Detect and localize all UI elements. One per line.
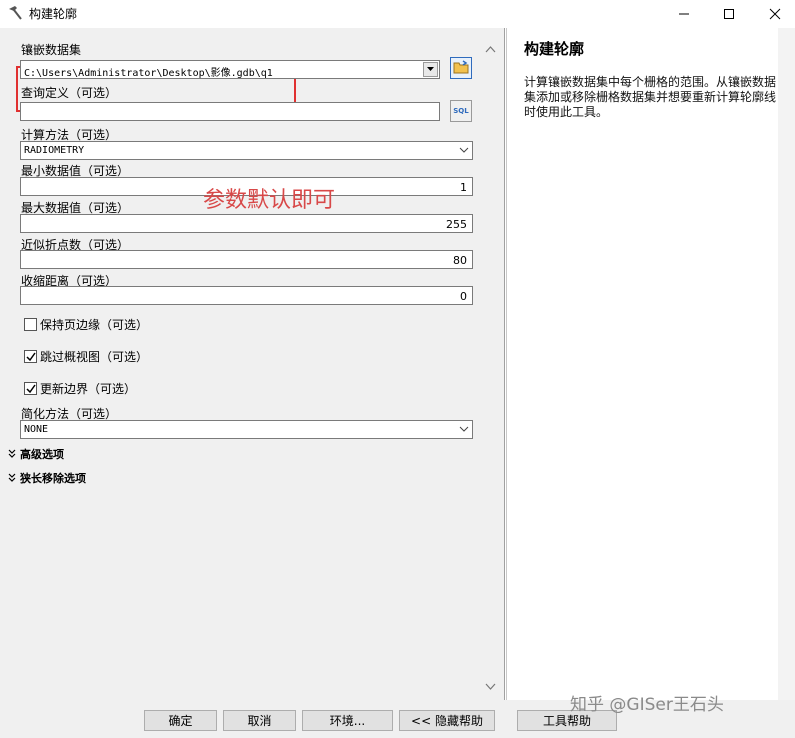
dropdown-arrow-icon[interactable]: [423, 62, 438, 77]
query-input[interactable]: [20, 102, 440, 121]
shrink-input[interactable]: 0: [20, 286, 473, 305]
advanced-options-expander[interactable]: 高级选项: [8, 446, 64, 462]
window-title: 构建轮廓: [29, 7, 78, 21]
parameters-scrollbar[interactable]: [481, 42, 501, 694]
hammer-icon: [7, 5, 23, 21]
minimize-icon[interactable]: [661, 0, 707, 28]
sliver-options-label: 狭长移除选项: [20, 472, 86, 485]
browse-folder-button[interactable]: [450, 57, 472, 79]
environments-button[interactable]: 环境...: [302, 710, 393, 731]
chevron-down-icon: [459, 145, 469, 158]
checkmark-icon[interactable]: [24, 382, 37, 395]
hide-help-button[interactable]: << 隐藏帮助: [399, 710, 495, 731]
help-scrollbar[interactable]: [778, 28, 795, 700]
title-bar: 构建轮廓: [0, 0, 795, 28]
double-chevron-down-icon: [8, 472, 16, 485]
update-boundary-checkbox[interactable]: 更新边界（可选）: [24, 380, 136, 397]
method-select[interactable]: RADIOMETRY: [20, 141, 473, 160]
close-icon[interactable]: [752, 0, 795, 28]
double-chevron-down-icon: [8, 448, 16, 461]
chevron-down-icon: [459, 424, 469, 437]
keep-edge-checkbox[interactable]: 保持页边缘（可选）: [24, 316, 148, 333]
ok-button[interactable]: 确定: [144, 710, 217, 731]
sql-icon: SQL: [453, 107, 469, 115]
watermark-text: 知乎 @GISer王石头: [570, 695, 724, 715]
dataset-combo[interactable]: C:\Users\Administrator\Desktop\影像.gdb\q1: [20, 60, 440, 79]
open-folder-icon: [453, 59, 469, 77]
cancel-button[interactable]: 取消: [223, 710, 296, 731]
sliver-options-expander[interactable]: 狭长移除选项: [8, 470, 86, 486]
max-value: 255: [446, 218, 467, 231]
annotation-text: 参数默认即可: [203, 188, 336, 213]
skip-overviews-checkbox[interactable]: 跳过概视图（可选）: [24, 348, 148, 365]
min-value: 1: [460, 181, 467, 194]
update-boundary-label: 更新边界（可选）: [40, 382, 137, 396]
help-title: 构建轮廓: [524, 40, 585, 58]
help-text: 计算镶嵌数据集中每个栅格的范围。从镶嵌数据集添加或移除栅格数据集并想要重新计算轮…: [524, 75, 777, 119]
keep-edge-label: 保持页边缘（可选）: [40, 318, 149, 332]
scroll-up-icon[interactable]: [485, 42, 496, 56]
vertices-value: 80: [453, 254, 467, 267]
max-value-input[interactable]: 255: [20, 214, 473, 233]
scroll-down-icon[interactable]: [485, 680, 496, 694]
sql-button[interactable]: SQL: [450, 100, 472, 122]
shrink-value: 0: [460, 290, 467, 303]
help-pane: 构建轮廓 计算镶嵌数据集中每个栅格的范围。从镶嵌数据集添加或移除栅格数据集并想要…: [506, 28, 795, 700]
method-value: RADIOMETRY: [24, 145, 85, 156]
maximize-icon[interactable]: [706, 0, 752, 28]
advanced-options-label: 高级选项: [20, 448, 64, 461]
parameters-pane: 镶嵌数据集 C:\Users\Administrator\Desktop\影像.…: [0, 28, 505, 700]
dataset-value: C:\Users\Administrator\Desktop\影像.gdb\q1: [24, 68, 273, 79]
query-label: 查询定义（可选）: [21, 86, 118, 100]
vertices-input[interactable]: 80: [20, 250, 473, 269]
skip-overviews-label: 跳过概视图（可选）: [40, 350, 149, 364]
simplify-value: NONE: [24, 424, 49, 435]
dataset-label: 镶嵌数据集: [21, 43, 82, 57]
checkmark-icon[interactable]: [24, 350, 37, 363]
simplify-select[interactable]: NONE: [20, 420, 473, 439]
checkbox-unchecked-icon[interactable]: [24, 318, 37, 331]
